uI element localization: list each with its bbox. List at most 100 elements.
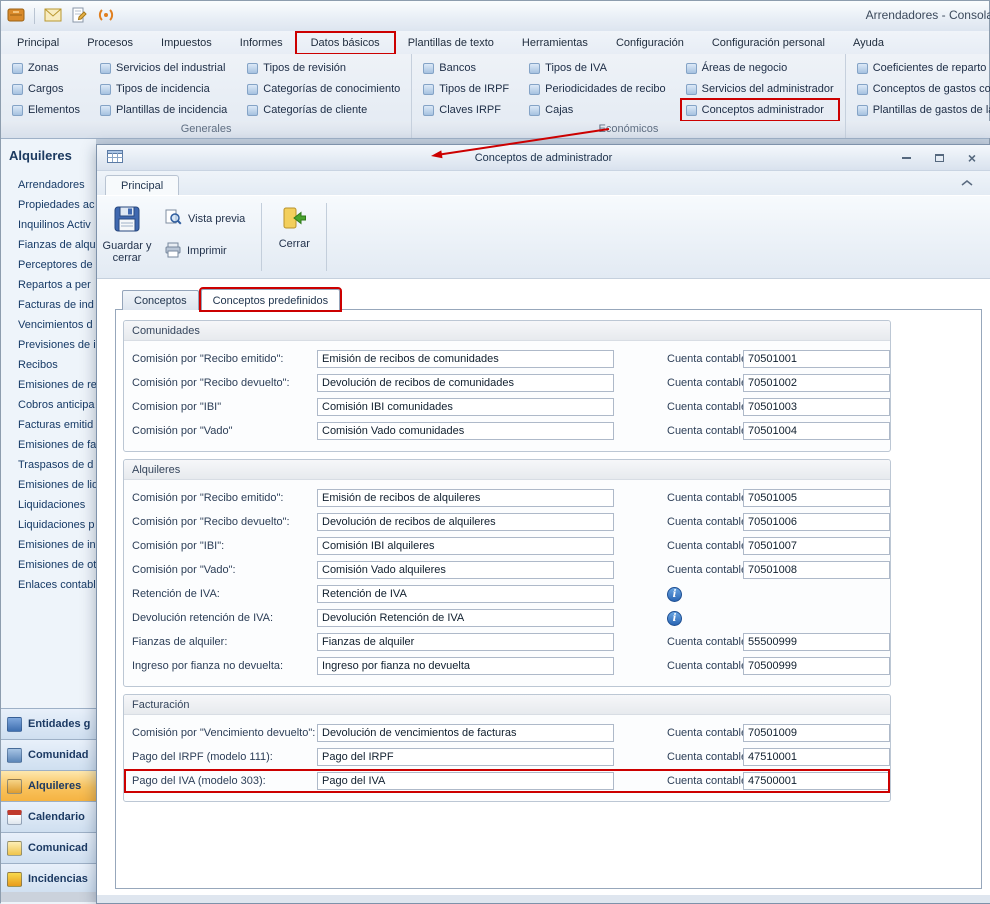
menu-tab-informes[interactable]: Informes xyxy=(226,33,297,53)
account-input[interactable] xyxy=(743,657,890,675)
ribbon-item-claves-irpf[interactable]: Claves IRPF xyxy=(419,100,513,120)
ribbon-item-periodicidades-de-recibo[interactable]: Periodicidades de recibo xyxy=(525,79,669,99)
ribbon-item-tipos-de-iva[interactable]: Tipos de IVA xyxy=(525,58,669,78)
concept-input[interactable] xyxy=(317,398,614,416)
ribbon-item-tipos-de-irpf[interactable]: Tipos de IRPF xyxy=(419,79,513,99)
account-input[interactable] xyxy=(743,633,890,651)
sidebar-item-previsiones-de-i[interactable]: Previsiones de i xyxy=(1,335,96,355)
close-button[interactable]: × xyxy=(962,150,982,165)
menu-tab-impuestos[interactable]: Impuestos xyxy=(147,33,226,53)
sidebar-item-propiedades-ac[interactable]: Propiedades ac xyxy=(1,195,96,215)
sidebar-item-facturas-de-ind[interactable]: Facturas de ind xyxy=(1,295,96,315)
sidebar-item-emisiones-de-fa[interactable]: Emisiones de fa xyxy=(1,435,96,455)
sidebar-item-emisiones-de-liq[interactable]: Emisiones de liq xyxy=(1,475,96,495)
ribbon-item-categorias-de-cliente[interactable]: Categorías de cliente xyxy=(243,100,404,120)
concept-input[interactable] xyxy=(317,585,614,603)
ribbon-item-cajas[interactable]: Cajas xyxy=(525,100,669,120)
ribbon-item-coeficientes-de-reparto[interactable]: Coeficientes de reparto xyxy=(853,58,990,78)
concept-input[interactable] xyxy=(317,748,614,766)
account-input[interactable] xyxy=(743,748,890,766)
feed-icon[interactable] xyxy=(97,7,115,26)
menu-tab-herramientas[interactable]: Herramientas xyxy=(508,33,602,53)
sidebar-item-liquidaciones-p[interactable]: Liquidaciones p xyxy=(1,515,96,535)
tab-conceptos-predefinidos[interactable]: Conceptos predefinidos xyxy=(201,289,341,310)
account-input[interactable] xyxy=(743,422,890,440)
menu-tab-ayuda[interactable]: Ayuda xyxy=(839,33,898,53)
nav-item-alquileres[interactable]: Alquileres xyxy=(1,770,96,801)
sidebar-item-facturas-emitid[interactable]: Facturas emitid xyxy=(1,415,96,435)
menu-tab-configuracion-personal[interactable]: Configuración personal xyxy=(698,33,839,53)
account-input[interactable] xyxy=(743,513,890,531)
concept-input[interactable] xyxy=(317,350,614,368)
ribbon-item-plantillas-de-incidencia[interactable]: Plantillas de incidencia xyxy=(96,100,231,120)
notes-icon[interactable] xyxy=(71,7,88,26)
concept-input[interactable] xyxy=(317,537,614,555)
concept-input[interactable] xyxy=(317,772,614,790)
account-input[interactable] xyxy=(743,489,890,507)
archive-icon[interactable] xyxy=(7,7,25,26)
sidebar-item-enlaces-contabl[interactable]: Enlaces contabl xyxy=(1,575,96,595)
ribbon-item-conceptos-de-gastos-comunitarios[interactable]: Conceptos de gastos comunitarios xyxy=(853,79,990,99)
sidebar-item-traspasos-de-d[interactable]: Traspasos de d xyxy=(1,455,96,475)
ribbon-item-categorias-de-conocimiento[interactable]: Categorías de conocimiento xyxy=(243,79,404,99)
account-input[interactable] xyxy=(743,561,890,579)
account-input[interactable] xyxy=(743,374,890,392)
account-input[interactable] xyxy=(743,724,890,742)
ribbon-item-plantillas-de-gastos-de-la-comunidad[interactable]: Plantillas de gastos de la comunidad xyxy=(853,100,990,120)
concept-input[interactable] xyxy=(317,561,614,579)
menu-tab-datos-basicos[interactable]: Datos básicos xyxy=(297,33,394,53)
concept-input[interactable] xyxy=(317,422,614,440)
ribbon-item-bancos[interactable]: Bancos xyxy=(419,58,513,78)
minimize-button[interactable] xyxy=(896,150,916,165)
concept-input[interactable] xyxy=(317,513,614,531)
sidebar-item-cobros-anticipa[interactable]: Cobros anticipa xyxy=(1,395,96,415)
close-dialog-button[interactable]: Cerrar xyxy=(268,199,320,275)
nav-item-entidades-g[interactable]: Entidades g xyxy=(1,708,96,739)
ribbon-item-areas-de-negocio[interactable]: Áreas de negocio xyxy=(682,58,838,78)
concept-input[interactable] xyxy=(317,609,614,627)
sidebar-item-perceptores-de[interactable]: Perceptores de xyxy=(1,255,96,275)
concept-input[interactable] xyxy=(317,724,614,742)
account-input[interactable] xyxy=(743,398,890,416)
menu-tab-plantillas-de-texto[interactable]: Plantillas de texto xyxy=(394,33,508,53)
ribbon-item-tipos-de-revision[interactable]: Tipos de revisión xyxy=(243,58,404,78)
ribbon-item-conceptos-administrador[interactable]: Conceptos administrador xyxy=(682,100,838,120)
concept-input[interactable] xyxy=(317,633,614,651)
sidebar-item-inquilinos-activ[interactable]: Inquilinos Activ xyxy=(1,215,96,235)
nav-item-comunicad[interactable]: Comunicad xyxy=(1,832,96,863)
concept-input[interactable] xyxy=(317,489,614,507)
nav-item-comunidad[interactable]: Comunidad xyxy=(1,739,96,770)
concept-input[interactable] xyxy=(317,657,614,675)
menu-tab-procesos[interactable]: Procesos xyxy=(73,33,147,53)
tab-principal[interactable]: Principal xyxy=(105,175,179,195)
maximize-button[interactable] xyxy=(929,150,949,165)
concept-input[interactable] xyxy=(317,374,614,392)
sidebar-item-vencimientos-d[interactable]: Vencimientos d xyxy=(1,315,96,335)
chevron-up-icon[interactable] xyxy=(960,178,974,190)
sidebar-item-emisiones-de-re[interactable]: Emisiones de re xyxy=(1,375,96,395)
sidebar-item-liquidaciones[interactable]: Liquidaciones xyxy=(1,495,96,515)
ribbon-item-servicios-del-administrador[interactable]: Servicios del administrador xyxy=(682,79,838,99)
account-input[interactable] xyxy=(743,537,890,555)
menu-tab-principal[interactable]: Principal xyxy=(3,33,73,53)
info-icon[interactable]: i xyxy=(667,611,682,626)
dialog-titlebar[interactable]: Conceptos de administrador × xyxy=(97,145,990,171)
sidebar-item-arrendadores[interactable]: Arrendadores xyxy=(1,175,96,195)
ribbon-item-zonas[interactable]: Zonas xyxy=(8,58,84,78)
menu-tab-configuracion[interactable]: Configuración xyxy=(602,33,698,53)
account-input[interactable] xyxy=(743,772,890,790)
nav-item-calendario[interactable]: Calendario xyxy=(1,801,96,832)
print-button[interactable]: Imprimir xyxy=(159,239,251,263)
ribbon-item-tipos-de-incidencia[interactable]: Tipos de incidencia xyxy=(96,79,231,99)
sidebar-item-recibos[interactable]: Recibos xyxy=(1,355,96,375)
ribbon-item-elementos[interactable]: Elementos xyxy=(8,100,84,120)
mail-icon[interactable] xyxy=(44,8,62,25)
sidebar-item-emisiones-de-in[interactable]: Emisiones de in xyxy=(1,535,96,555)
ribbon-item-servicios-del-industrial[interactable]: Servicios del industrial xyxy=(96,58,231,78)
ribbon-item-cargos[interactable]: Cargos xyxy=(8,79,84,99)
sidebar-item-repartos-a-per[interactable]: Repartos a per xyxy=(1,275,96,295)
tab-conceptos[interactable]: Conceptos xyxy=(122,290,199,310)
save-and-close-button[interactable]: Guardar y cerrar xyxy=(101,199,153,275)
sidebar-item-fianzas-de-alqu[interactable]: Fianzas de alqu xyxy=(1,235,96,255)
preview-button[interactable]: Vista previa xyxy=(159,207,251,231)
